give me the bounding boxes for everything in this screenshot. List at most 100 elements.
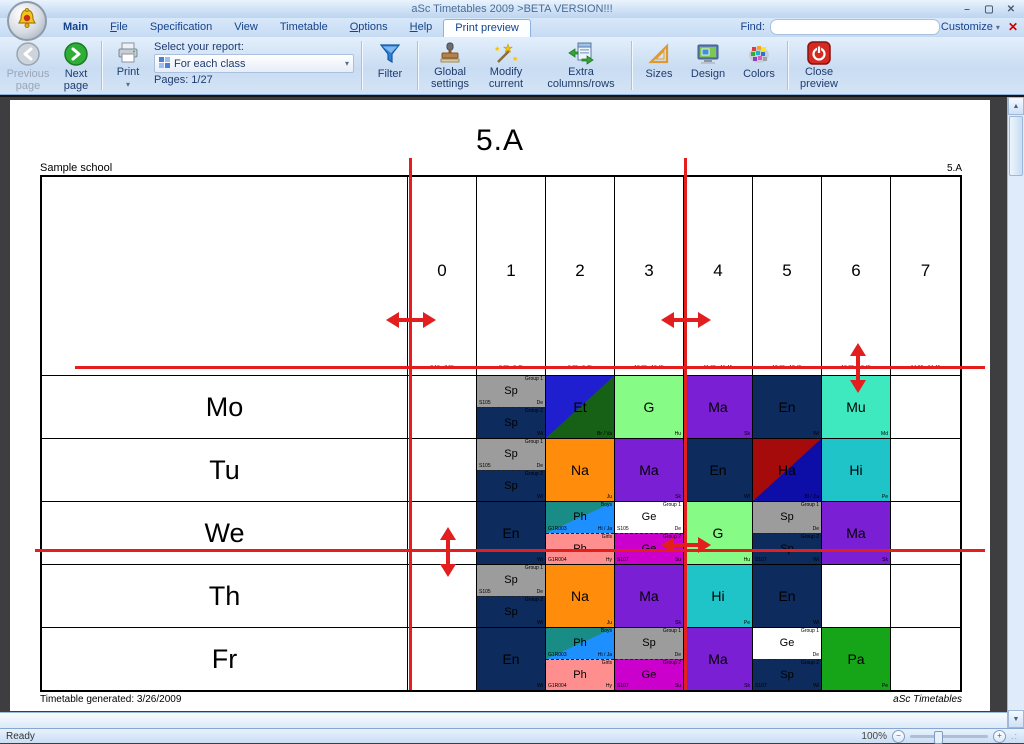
- resize-grip-icon[interactable]: .:: [1011, 731, 1018, 741]
- window-title: aSc Timetables 2009 >BETA VERSION!!!: [411, 3, 612, 15]
- close-preview-x-button[interactable]: ✕: [1008, 20, 1018, 34]
- lesson-cell: [891, 565, 960, 627]
- cell-tr-label: Group 1: [801, 629, 819, 634]
- lesson-cell: [891, 439, 960, 501]
- app-menu-button[interactable]: [7, 1, 47, 41]
- cell-br-label: Sk: [675, 495, 681, 500]
- close-button[interactable]: ✕: [1003, 1, 1019, 19]
- sizes-button[interactable]: Sizes: [636, 39, 682, 92]
- cell-tr-label: Group 1: [525, 566, 543, 571]
- subject-label: Sp: [780, 511, 793, 523]
- tab-main[interactable]: Main: [52, 19, 99, 37]
- subject-label: Ph: [573, 543, 586, 555]
- tab-help[interactable]: Help: [399, 19, 444, 37]
- close-preview-power-icon: [807, 41, 831, 65]
- timetable-grid: 07:10 - 7:5518:00 - 8:4529:00 - 9:45310:…: [40, 175, 962, 692]
- scroll-down-icon[interactable]: ▼: [1008, 710, 1024, 728]
- subject-label: Sp: [504, 574, 517, 586]
- scrollbar-thumb[interactable]: [1009, 116, 1023, 176]
- subject-label: Ma: [708, 399, 727, 415]
- lesson-block: EnWi: [477, 502, 545, 564]
- period-time: 11:00 - 11:45: [704, 365, 733, 371]
- tab-file[interactable]: File: [99, 19, 139, 37]
- subject-label: Ma: [639, 462, 658, 478]
- zoom-slider[interactable]: [910, 735, 988, 738]
- zoom-in-button[interactable]: +: [993, 730, 1006, 743]
- lesson-block: HaBl / Za: [753, 439, 821, 501]
- subject-label: Ph: [573, 669, 586, 681]
- cell-br-label: De: [537, 464, 543, 469]
- find-area: Find: ▼ Customize ▾ ✕: [740, 19, 1024, 37]
- lesson-block: MaSk: [684, 376, 752, 438]
- subject-label: G: [644, 399, 655, 415]
- period-time: 9:00 - 9:45: [568, 365, 592, 371]
- cell-tr-label: Group 1: [663, 629, 681, 634]
- subject-label: Pa: [847, 651, 864, 667]
- colors-button[interactable]: Colors: [734, 39, 784, 92]
- find-input[interactable]: [770, 19, 940, 35]
- extra-columns-icon: [568, 41, 594, 65]
- previous-page-icon: [15, 41, 41, 67]
- customize-button[interactable]: Customize ▾: [941, 21, 1000, 33]
- cell-br-label: Su: [675, 684, 681, 689]
- cell-br-label: Sk: [882, 558, 888, 563]
- tab-options[interactable]: Options: [339, 19, 399, 37]
- lesson-cell: SpGroup 1S105DeSpGroup 2Wi: [477, 565, 546, 627]
- extra-columns-button[interactable]: Extra columns/rows: [534, 39, 628, 92]
- scroll-up-icon[interactable]: ▲: [1008, 97, 1024, 115]
- tab-timetable[interactable]: Timetable: [269, 19, 339, 37]
- print-button[interactable]: Print▾: [106, 39, 150, 92]
- lesson-cell: PhBoysG1R003Hi / JaPhGirlsG1R004Hy: [546, 628, 615, 690]
- lesson-block: NaJu: [546, 439, 614, 501]
- lesson-block: EnWi: [684, 439, 752, 501]
- subject-label: Ma: [846, 525, 865, 541]
- lesson-block: NaJu: [546, 565, 614, 627]
- cell-tr-label: Group 1: [801, 503, 819, 508]
- cell-br-label: De: [537, 401, 543, 406]
- horizontal-scrollbar[interactable]: [0, 712, 1007, 728]
- lesson-cell: NaJu: [546, 439, 615, 501]
- page-title: 5.A: [10, 124, 990, 158]
- tab-view[interactable]: View: [223, 19, 269, 37]
- pages-label: Pages: 1/27: [154, 74, 354, 86]
- cell-br-label: Ju: [607, 495, 612, 500]
- next-page-button[interactable]: Next page: [54, 39, 98, 92]
- close-preview-button[interactable]: Close preview: [792, 39, 846, 92]
- subject-label: Ge: [642, 543, 657, 555]
- filter-button[interactable]: Filter: [366, 39, 414, 92]
- lesson-cell: EnWi: [753, 565, 822, 627]
- lesson-cell: [408, 502, 477, 564]
- lesson-block: PhGirlsG1R004Hy: [546, 533, 614, 565]
- zoom-out-button[interactable]: −: [892, 730, 905, 743]
- lesson-block: SpGroup 1S105De: [477, 439, 545, 470]
- vertical-scrollbar[interactable]: ▲ ▼: [1007, 97, 1024, 728]
- cell-br-label: Md: [881, 432, 888, 437]
- next-page-icon: [63, 41, 89, 67]
- report-group: Select your report: For each class ▾ Pag…: [150, 39, 358, 92]
- previous-page-button[interactable]: Previous page: [2, 39, 54, 92]
- zoom-slider-thumb[interactable]: [934, 731, 943, 744]
- cell-br-label: Pe: [744, 621, 750, 626]
- report-combobox[interactable]: For each class ▾: [154, 54, 354, 73]
- tab-specification[interactable]: Specification: [139, 19, 223, 37]
- tab-print-preview[interactable]: Print preview: [443, 19, 531, 37]
- lesson-block: SpGroup 1De: [615, 628, 683, 659]
- maximize-button[interactable]: ▢: [981, 1, 997, 19]
- cell-bl-label: S107: [755, 684, 767, 689]
- cell-br-label: De: [813, 653, 819, 658]
- cell-br-label: Wi: [537, 432, 543, 437]
- lesson-cell: HiPe: [684, 565, 753, 627]
- lesson-cell: GHu: [615, 376, 684, 438]
- global-settings-button[interactable]: Global settings: [422, 39, 478, 92]
- subject-label: Mu: [846, 399, 865, 415]
- lesson-block: PaPe: [822, 628, 890, 690]
- period-header: 310:00 - 10:45: [615, 177, 684, 375]
- design-button[interactable]: Design: [682, 39, 734, 92]
- design-icon: [695, 41, 721, 67]
- minimize-button[interactable]: –: [959, 1, 975, 19]
- cell-tr-label: Girls: [602, 535, 612, 540]
- subject-label: En: [778, 399, 795, 415]
- subject-label: Sp: [780, 543, 793, 555]
- ribbon-separator: [631, 41, 633, 90]
- modify-current-button[interactable]: ★ ★ ★ Modify current: [478, 39, 534, 92]
